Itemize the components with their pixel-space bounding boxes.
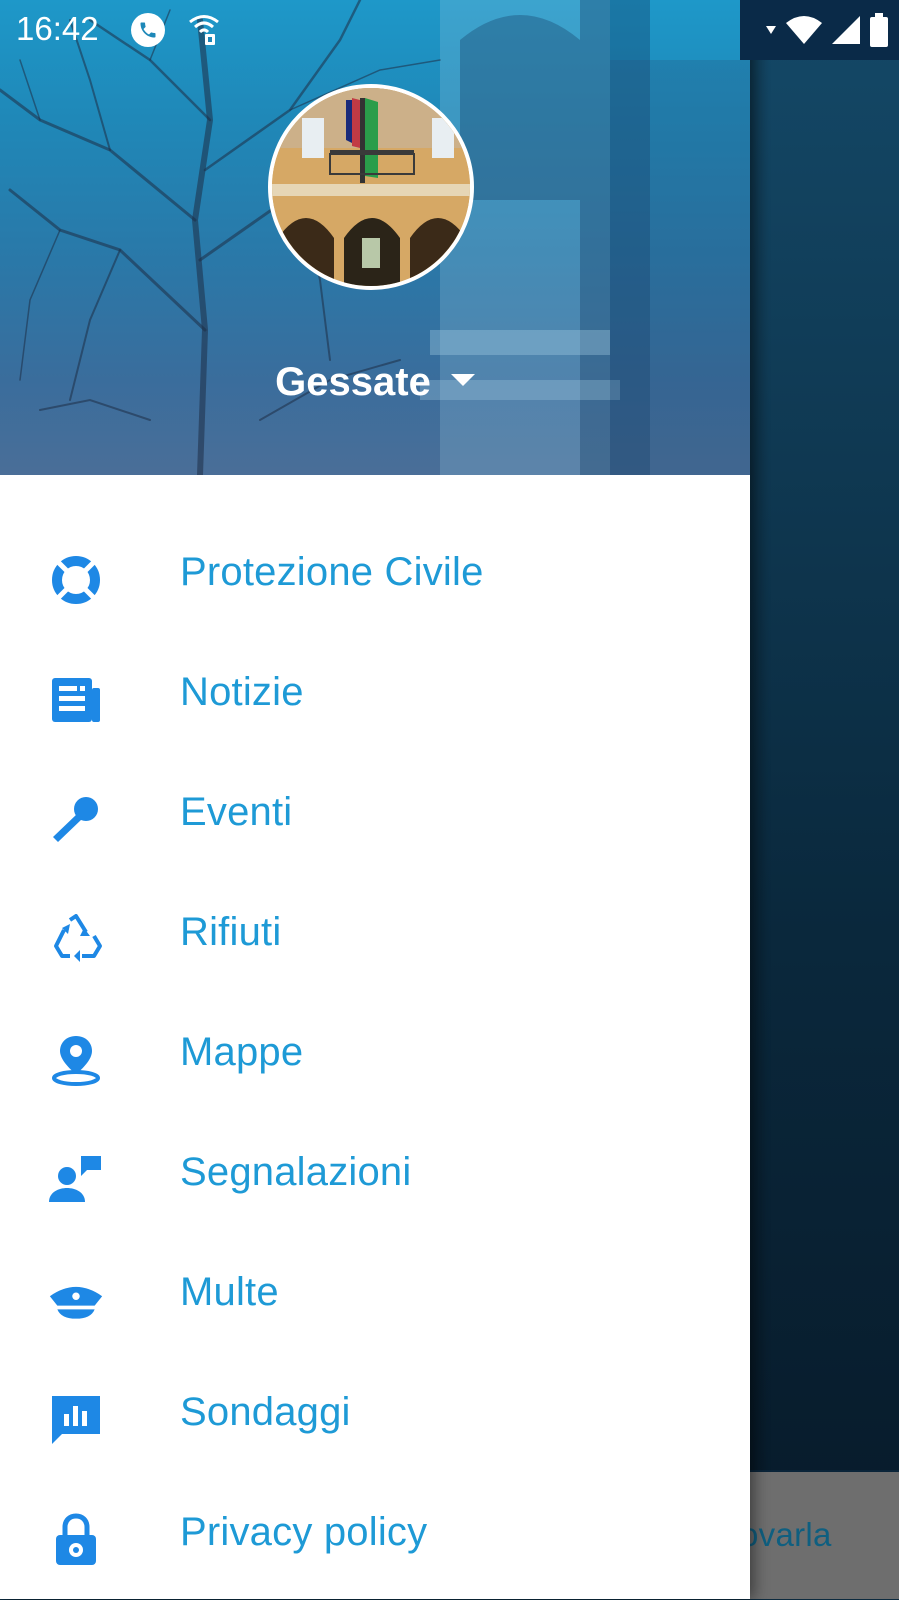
clock: 16:42 [16, 10, 99, 47]
poll-chart-icon [48, 1392, 104, 1448]
system-indicators [765, 12, 889, 48]
recycle-icon [48, 912, 104, 968]
lock-icon [48, 1512, 104, 1568]
dropdown-arrow-icon [450, 374, 475, 387]
menu-item-segnalazioni[interactable]: Segnalazioni [0, 1120, 750, 1240]
town-selector[interactable]: Gessate [0, 360, 750, 405]
menu-item-label: Eventi [180, 790, 293, 834]
menu-item-eventi[interactable]: Eventi [0, 760, 750, 880]
menu-item-mappe[interactable]: Mappe [0, 1000, 750, 1120]
lifebuoy-icon [48, 552, 104, 608]
microphone-icon [48, 792, 104, 848]
report-person-icon [48, 1152, 104, 1208]
status-bar: 16:42 [0, 0, 899, 60]
menu-item-label: Segnalazioni [180, 1150, 412, 1194]
menu-item-label: Mappe [180, 1030, 304, 1074]
cell-signal-icon [832, 16, 860, 44]
menu-item-multe[interactable]: Multe [0, 1240, 750, 1360]
wifi-icon [786, 16, 822, 44]
phone-call-icon [131, 13, 165, 47]
town-avatar[interactable] [268, 84, 474, 290]
dropdown-indicator-icon [766, 26, 776, 34]
menu-item-label: Privacy policy [180, 1510, 428, 1554]
town-hall-image [272, 88, 470, 286]
menu-item-sondaggi[interactable]: Sondaggi [0, 1360, 750, 1480]
town-name: Gessate [275, 360, 431, 404]
menu-item-rifiuti[interactable]: Rifiuti [0, 880, 750, 1000]
menu-item-notizie[interactable]: Notizie [0, 640, 750, 760]
navigation-drawer: Gessate Protezione Civile Notizie Eventi… [0, 0, 750, 1599]
police-cap-icon [48, 1272, 104, 1328]
drawer-header: Gessate [0, 0, 750, 475]
map-pin-icon [48, 1032, 104, 1088]
menu-item-label: Protezione Civile [180, 550, 484, 594]
menu-list: Protezione Civile Notizie Eventi Rifiuti… [0, 520, 750, 1600]
battery-icon [870, 13, 888, 47]
menu-item-label: Multe [180, 1270, 279, 1314]
background-text: ovarla [740, 1516, 832, 1553]
menu-item-protezione-civile[interactable]: Protezione Civile [0, 520, 750, 640]
menu-item-label: Rifiuti [180, 910, 282, 954]
menu-item-label: Notizie [180, 670, 304, 714]
menu-item-label: Sondaggi [180, 1390, 351, 1434]
wifi-call-icon [187, 12, 221, 51]
newspaper-icon [48, 672, 104, 728]
menu-item-privacy-policy[interactable]: Privacy policy [0, 1480, 750, 1600]
background-image [740, 60, 899, 1470]
